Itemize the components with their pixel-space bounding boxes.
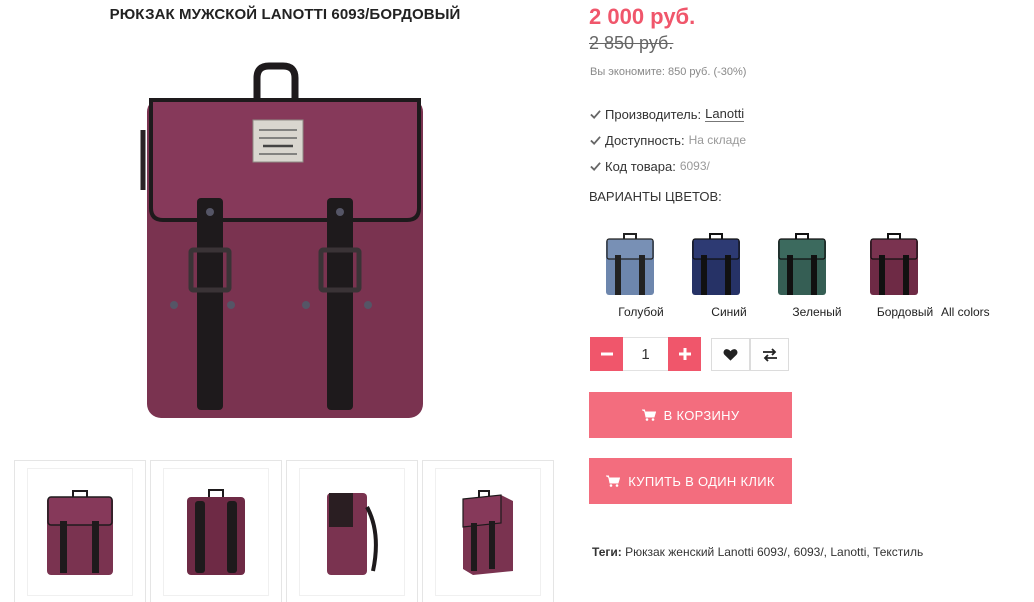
old-price: 2 850 руб. <box>589 33 674 53</box>
product-tags: Теги: Рюкзак женский Lanotti 6093/, 6093… <box>592 545 923 559</box>
variants-title: ВАРИАНТЫ ЦВЕТОВ: <box>589 189 722 204</box>
backpack-front-thumb <box>47 489 113 575</box>
tags-label: Теги: <box>592 545 622 559</box>
wishlist-button[interactable] <box>711 338 750 371</box>
all-colors-link[interactable]: All colors <box>941 305 990 319</box>
variant-swatch-navy[interactable] <box>678 228 754 300</box>
availability-label: Доступность: <box>605 132 685 148</box>
meta-availability: Доступность: На складе <box>590 127 746 153</box>
heart-icon <box>723 348 738 361</box>
thumbnail-gallery <box>14 460 554 602</box>
compare-icon <box>762 347 777 362</box>
backpack-front-image <box>140 62 423 418</box>
product-meta: Производитель: Lanotti Доступность: На с… <box>590 101 746 179</box>
quantity-stepper <box>590 337 701 371</box>
manufacturer-link[interactable]: Lanotti <box>705 106 745 122</box>
variant-swatch-blue[interactable] <box>592 228 668 300</box>
thumbnail-angle[interactable] <box>422 460 554 602</box>
backpack-burgundy-swatch <box>870 233 918 295</box>
quantity-increase-button[interactable] <box>668 337 701 371</box>
variant-label-green[interactable]: Зеленый <box>776 305 858 319</box>
quantity-decrease-button[interactable] <box>590 337 623 371</box>
check-icon <box>590 109 601 119</box>
variant-label-blue[interactable]: Голубой <box>600 305 682 319</box>
backpack-back-thumb <box>187 488 245 575</box>
variant-swatch-burgundy[interactable] <box>856 228 932 300</box>
buy-one-click-button[interactable]: КУПИТЬ В ОДИН КЛИК <box>589 458 792 504</box>
check-icon <box>590 135 601 145</box>
tags-list: Рюкзак женский Lanotti 6093/, 6093/, Lan… <box>621 545 924 559</box>
savings-text: Вы экономите: 850 руб. (-30%) <box>590 66 747 78</box>
availability-value: На складе <box>688 133 746 147</box>
backpack-blue-swatch <box>606 233 654 295</box>
cart-icon <box>641 409 656 421</box>
thumbnail-front[interactable] <box>14 460 146 602</box>
variant-label-burgundy[interactable]: Бордовый <box>870 305 940 319</box>
check-icon <box>590 161 601 171</box>
variant-swatch-green[interactable] <box>764 228 840 300</box>
meta-manufacturer: Производитель: Lanotti <box>590 101 746 127</box>
variant-label-navy[interactable]: Синий <box>690 305 768 319</box>
current-price: 2 000 руб. <box>589 4 696 29</box>
meta-sku: Код товара: 6093/ <box>590 153 746 179</box>
compare-button[interactable] <box>750 338 789 371</box>
add-to-cart-button[interactable]: В КОРЗИНУ <box>589 392 792 438</box>
product-title: РЮКЗАК МУЖСКОЙ LANOTTI 6093/БОРДОВЫЙ <box>109 6 461 23</box>
quantity-input[interactable] <box>623 337 668 371</box>
sku-value: 6093/ <box>679 159 710 173</box>
backpack-green-swatch <box>778 233 826 295</box>
plus-icon <box>678 348 691 360</box>
cart-icon <box>606 475 621 487</box>
backpack-navy-swatch <box>692 233 740 295</box>
sku-label: Код товара: <box>605 158 676 174</box>
product-main-image[interactable] <box>60 40 510 450</box>
thumbnail-back[interactable] <box>150 460 282 602</box>
manufacturer-label: Производитель: <box>605 106 702 122</box>
backpack-side-thumb <box>327 492 378 575</box>
add-to-cart-label: В КОРЗИНУ <box>663 407 740 423</box>
thumbnail-side[interactable] <box>286 460 418 602</box>
buy-one-click-label: КУПИТЬ В ОДИН КЛИК <box>628 473 775 489</box>
backpack-angle-thumb <box>462 489 513 575</box>
minus-icon <box>600 352 613 356</box>
